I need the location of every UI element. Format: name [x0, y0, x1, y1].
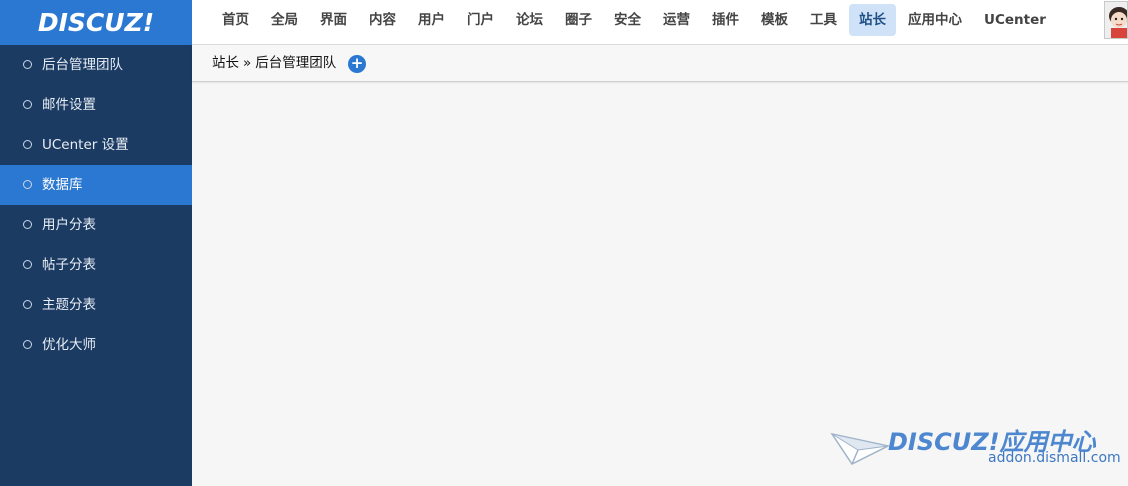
sidebar-item-database[interactable]: 数据库 [0, 165, 192, 205]
circle-bullet-icon [23, 140, 32, 149]
nav-item-tools[interactable]: 工具 [800, 4, 847, 36]
breadcrumb: 站长» 后台管理团队 + [192, 45, 1128, 82]
breadcrumb-separator: » [243, 55, 252, 71]
circle-bullet-icon [23, 340, 32, 349]
watermark-url: addon.dismall.com [988, 450, 1121, 466]
sidebar-item-optimizer[interactable]: 优化大师 [0, 325, 192, 365]
watermark: DISCUZ!应用中心 addon.dismall.com [830, 420, 1121, 480]
breadcrumb-current: 后台管理团队 [255, 55, 337, 71]
circle-bullet-icon [23, 180, 32, 189]
nav-item-ucenter[interactable]: UCenter [974, 4, 1056, 36]
circle-bullet-icon [23, 60, 32, 69]
nav-item-users[interactable]: 用户 [408, 4, 455, 36]
sidebar-item-user-tables[interactable]: 用户分表 [0, 205, 192, 245]
nav-item-content[interactable]: 内容 [359, 4, 406, 36]
nav-item-operations[interactable]: 运营 [653, 4, 700, 36]
nav-item-forum[interactable]: 论坛 [506, 4, 553, 36]
avatar[interactable] [1104, 1, 1128, 39]
circle-bullet-icon [23, 220, 32, 229]
sidebar-item-label: 后台管理团队 [42, 57, 123, 73]
breadcrumb-root[interactable]: 站长 [212, 55, 239, 71]
sidebar-item-mail-settings[interactable]: 邮件设置 [0, 85, 192, 125]
nav-item-interface[interactable]: 界面 [310, 4, 357, 36]
sidebar-item-post-tables[interactable]: 帖子分表 [0, 245, 192, 285]
nav-item-security[interactable]: 安全 [604, 4, 651, 36]
sidebar-item-label: UCenter 设置 [42, 137, 129, 153]
nav-item-templates[interactable]: 模板 [751, 4, 798, 36]
nav-item-groups[interactable]: 圈子 [555, 4, 602, 36]
sidebar-item-label: 主题分表 [42, 297, 96, 313]
sidebar-item-label: 用户分表 [42, 217, 96, 233]
nav-item-global[interactable]: 全局 [261, 4, 308, 36]
sidebar-item-label: 优化大师 [42, 337, 96, 353]
nav-item-plugins[interactable]: 插件 [702, 4, 749, 36]
circle-bullet-icon [23, 260, 32, 269]
sidebar-item-label: 帖子分表 [42, 257, 96, 273]
circle-bullet-icon [23, 300, 32, 309]
nav-item-home[interactable]: 首页 [212, 4, 259, 36]
sidebar-item-thread-tables[interactable]: 主题分表 [0, 285, 192, 325]
circle-bullet-icon [23, 100, 32, 109]
nav-item-portal[interactable]: 门户 [457, 4, 504, 36]
sidebar-item-label: 数据库 [42, 177, 83, 193]
breadcrumb-text: 站长» 后台管理团队 [212, 45, 336, 82]
logo[interactable]: DISCUZ! [0, 0, 192, 45]
add-favorite-icon[interactable]: + [348, 55, 366, 73]
sidebar-item-admin-team[interactable]: 后台管理团队 [0, 45, 192, 85]
logo-text: DISCUZ! [37, 8, 155, 37]
nav-item-admin[interactable]: 站长 [849, 4, 896, 36]
top-nav: 首页 全局 界面 内容 用户 门户 论坛 圈子 安全 运营 插件 模板 工具 站… [212, 4, 1058, 36]
sidebar: 后台管理团队 邮件设置 UCenter 设置 数据库 用户分表 帖子分表 主题分… [0, 45, 192, 486]
avatar-figure-icon [1105, 2, 1127, 38]
sidebar-item-label: 邮件设置 [42, 97, 96, 113]
sidebar-item-ucenter-settings[interactable]: UCenter 设置 [0, 125, 192, 165]
top-header: DISCUZ! 首页 全局 界面 内容 用户 门户 论坛 圈子 安全 运营 插件… [0, 0, 1128, 45]
paper-plane-icon [830, 432, 890, 465]
nav-item-app-center[interactable]: 应用中心 [898, 4, 972, 36]
